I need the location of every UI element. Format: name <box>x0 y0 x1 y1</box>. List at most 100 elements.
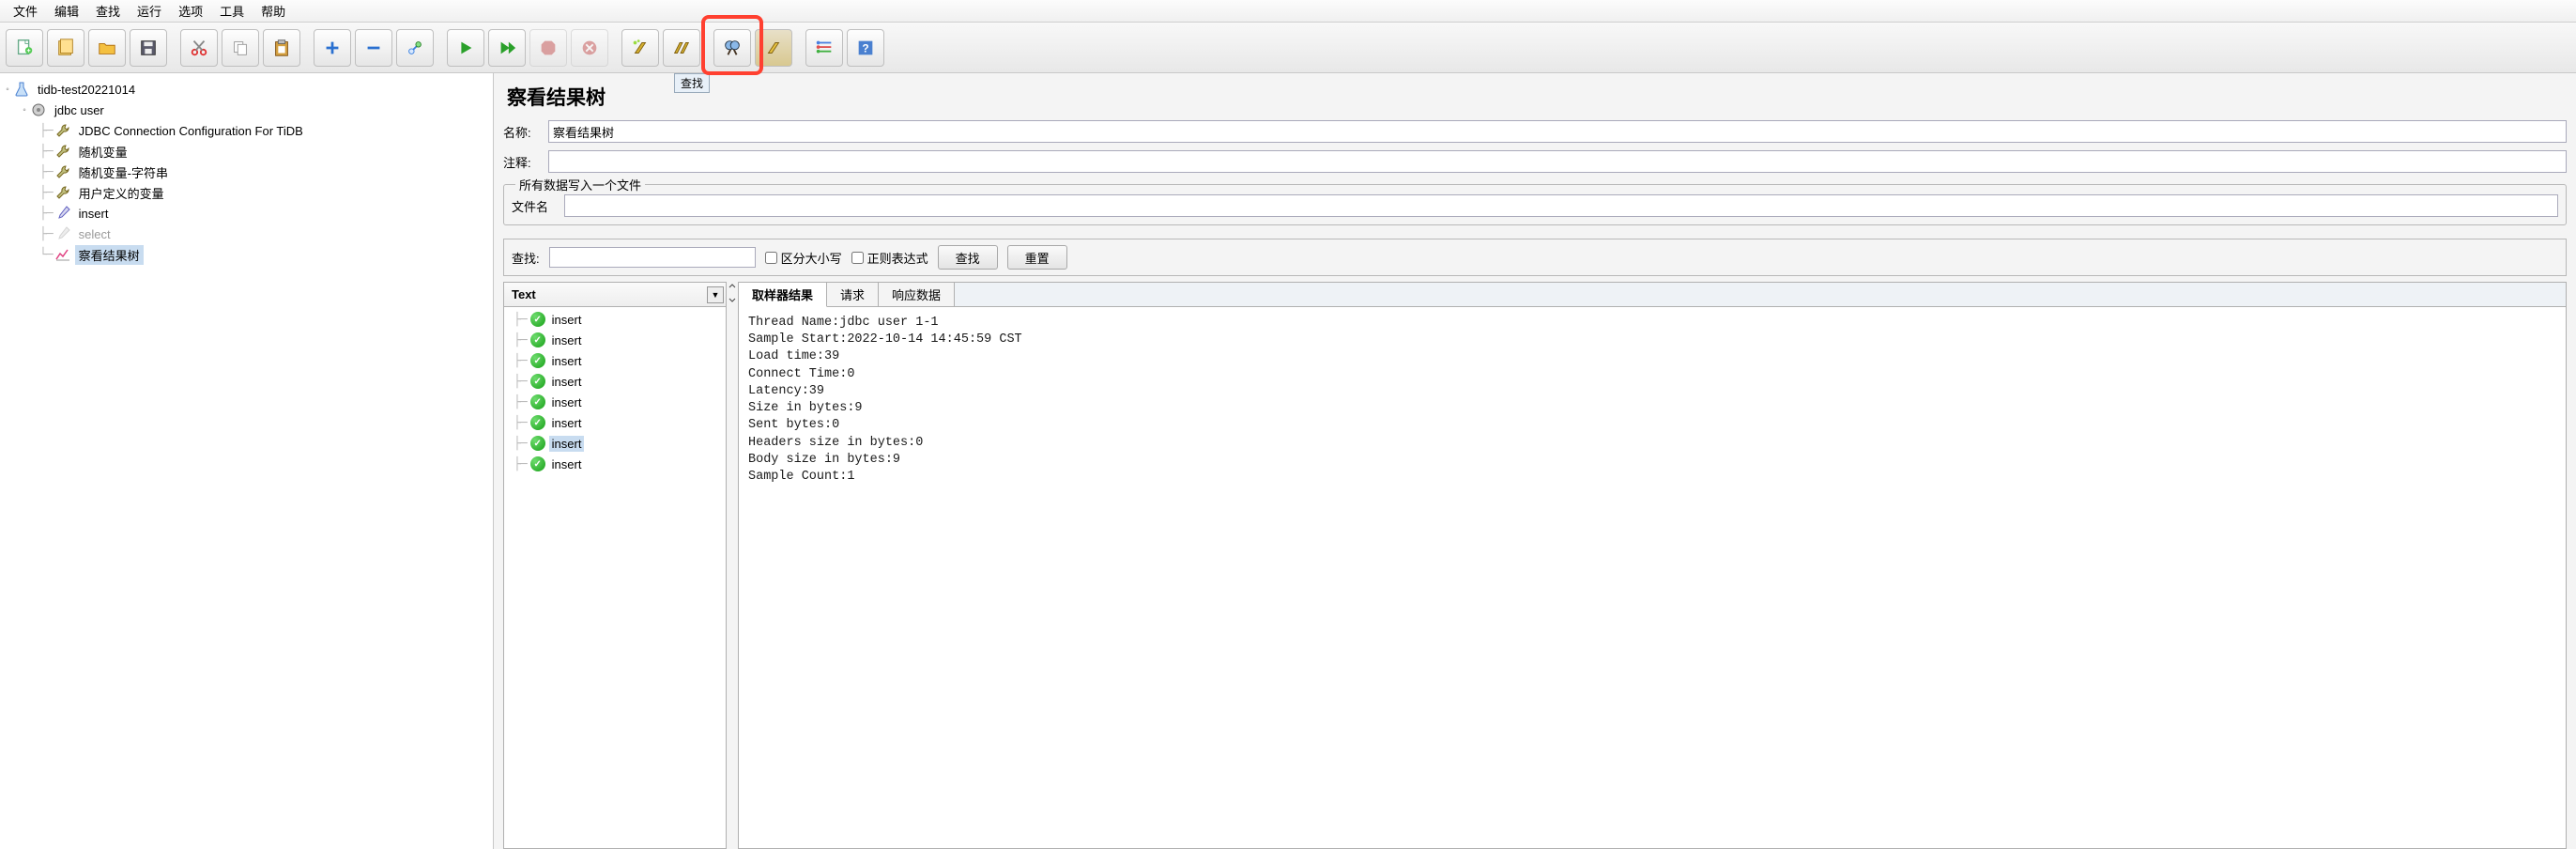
menu-file[interactable]: 文件 <box>6 0 45 22</box>
sample-label: insert <box>549 436 585 452</box>
templates-button[interactable] <box>47 29 84 67</box>
wrench-icon <box>54 122 71 139</box>
tab-response[interactable]: 响应数据 <box>879 283 955 306</box>
function-helper-button[interactable] <box>805 29 843 67</box>
sample-label: insert <box>549 332 585 348</box>
sample-row[interactable]: ├─insert <box>504 412 726 433</box>
tree-item-label: 随机变量 <box>75 142 131 162</box>
tree-item[interactable]: ├─ 随机变量-字符串 <box>2 162 491 182</box>
tree-line: ├─ <box>39 207 53 221</box>
chevron-down-icon[interactable]: ▼ <box>707 286 724 303</box>
tree-item[interactable]: ├─ insert <box>2 203 491 224</box>
sample-row[interactable]: ├─insert <box>504 454 726 474</box>
toggle-button[interactable] <box>396 29 434 67</box>
menu-run[interactable]: 运行 <box>130 0 169 22</box>
sample-row[interactable]: ├─insert <box>504 392 726 412</box>
search-input[interactable] <box>549 247 756 268</box>
search-button[interactable] <box>713 29 751 67</box>
name-label: 名称: <box>503 123 541 141</box>
find-button[interactable]: 查找 <box>938 245 998 270</box>
pipette-icon <box>54 205 71 222</box>
sample-row[interactable]: ├─insert <box>504 350 726 371</box>
results-right: 取样器结果 请求 响应数据 Thread Name:jdbc user 1-1 … <box>738 282 2567 849</box>
menu-find[interactable]: 查找 <box>88 0 128 22</box>
tree-item[interactable]: ├─ JDBC Connection Configuration For TiD… <box>2 120 491 141</box>
reset-button[interactable]: 重置 <box>1007 245 1067 270</box>
name-input[interactable] <box>548 120 2567 143</box>
tab-sampler-result[interactable]: 取样器结果 <box>739 283 827 307</box>
case-checkbox[interactable]: 区分大小写 <box>765 249 842 267</box>
reset-search-button[interactable] <box>755 29 792 67</box>
sample-label: insert <box>549 353 585 369</box>
splitter[interactable] <box>727 282 738 849</box>
regex-checkbox-label: 正则表达式 <box>867 249 928 267</box>
new-button[interactable] <box>6 29 43 67</box>
sample-row[interactable]: ├─insert <box>504 371 726 392</box>
tree-item-label: JDBC Connection Configuration For TiDB <box>75 123 307 139</box>
sample-row[interactable]: ├─insert <box>504 433 726 454</box>
open-button[interactable] <box>88 29 126 67</box>
tree-root-label: tidb-test20221014 <box>34 82 139 98</box>
success-icon <box>530 415 545 430</box>
sample-label: insert <box>549 394 585 410</box>
tree-item-label: 用户定义的变量 <box>75 183 168 203</box>
start-button[interactable] <box>447 29 484 67</box>
sample-row[interactable]: ├─insert <box>504 330 726 350</box>
copy-button[interactable] <box>222 29 259 67</box>
file-input[interactable] <box>564 194 2558 217</box>
menu-help[interactable]: 帮助 <box>253 0 293 22</box>
sample-list[interactable]: ├─insert ├─insert ├─insert ├─insert ├─in… <box>504 307 726 848</box>
regex-checkbox-input[interactable] <box>851 252 864 264</box>
stop-button[interactable] <box>529 29 567 67</box>
flask-icon <box>13 81 30 98</box>
case-checkbox-input[interactable] <box>765 252 777 264</box>
app-window: 文件 编辑 查找 运行 选项 工具 帮助 ? 查找 <box>0 0 2576 849</box>
collapse-button[interactable] <box>355 29 392 67</box>
gear-icon <box>30 101 47 118</box>
splitter-handle-icon <box>728 284 737 302</box>
toolbar: ? 查找 <box>0 23 2576 73</box>
tree-item[interactable]: ├─ 用户定义的变量 <box>2 182 491 203</box>
regex-checkbox[interactable]: 正则表达式 <box>851 249 928 267</box>
tree-thread-group[interactable]: ◦ jdbc user <box>2 100 491 120</box>
menu-edit[interactable]: 编辑 <box>47 0 86 22</box>
menu-tools[interactable]: 工具 <box>212 0 252 22</box>
tree-item[interactable]: ├─ select <box>2 224 491 244</box>
tree-line: ├─ <box>39 165 53 179</box>
success-icon <box>530 353 545 368</box>
save-button[interactable] <box>130 29 167 67</box>
renderer-combo[interactable]: Text ▼ <box>504 283 726 307</box>
expand-button[interactable] <box>314 29 351 67</box>
chart-icon <box>54 246 71 263</box>
wrench-icon <box>54 143 71 160</box>
comment-input[interactable] <box>548 150 2567 173</box>
tree-item[interactable]: └─ 察看结果树 <box>2 244 491 265</box>
results-area: Text ▼ ├─insert ├─insert ├─insert ├─inse… <box>503 282 2567 849</box>
toggle-icon[interactable]: ◦ <box>19 105 30 116</box>
sample-row[interactable]: ├─insert <box>504 309 726 330</box>
clear-button[interactable] <box>621 29 659 67</box>
success-icon <box>530 374 545 389</box>
test-plan-tree[interactable]: ◦ tidb-test20221014 ◦ jdbc user ├─ JDBC … <box>0 73 494 849</box>
name-row: 名称: <box>503 120 2567 143</box>
start-no-pause-button[interactable] <box>488 29 526 67</box>
tree-item-label: 察看结果树 <box>75 245 144 265</box>
tree-item[interactable]: ├─ 随机变量 <box>2 141 491 162</box>
clear-all-button[interactable] <box>663 29 700 67</box>
tree-root[interactable]: ◦ tidb-test20221014 <box>2 79 491 100</box>
sample-label: insert <box>549 415 585 431</box>
success-icon <box>530 312 545 327</box>
help-button[interactable]: ? <box>847 29 884 67</box>
cut-button[interactable] <box>180 29 218 67</box>
shutdown-button[interactable] <box>571 29 608 67</box>
wrench-icon <box>54 163 71 180</box>
tree-item-label: insert <box>75 206 113 222</box>
toggle-icon[interactable]: ◦ <box>2 85 13 95</box>
file-fieldset-legend: 所有数据写入一个文件 <box>515 176 645 193</box>
menu-options[interactable]: 选项 <box>171 0 210 22</box>
tab-request[interactable]: 请求 <box>827 283 879 306</box>
result-detail[interactable]: Thread Name:jdbc user 1-1 Sample Start:2… <box>739 307 2566 848</box>
paste-button[interactable] <box>263 29 300 67</box>
tree-line: └─ <box>39 248 53 262</box>
results-left: Text ▼ ├─insert ├─insert ├─insert ├─inse… <box>503 282 727 849</box>
